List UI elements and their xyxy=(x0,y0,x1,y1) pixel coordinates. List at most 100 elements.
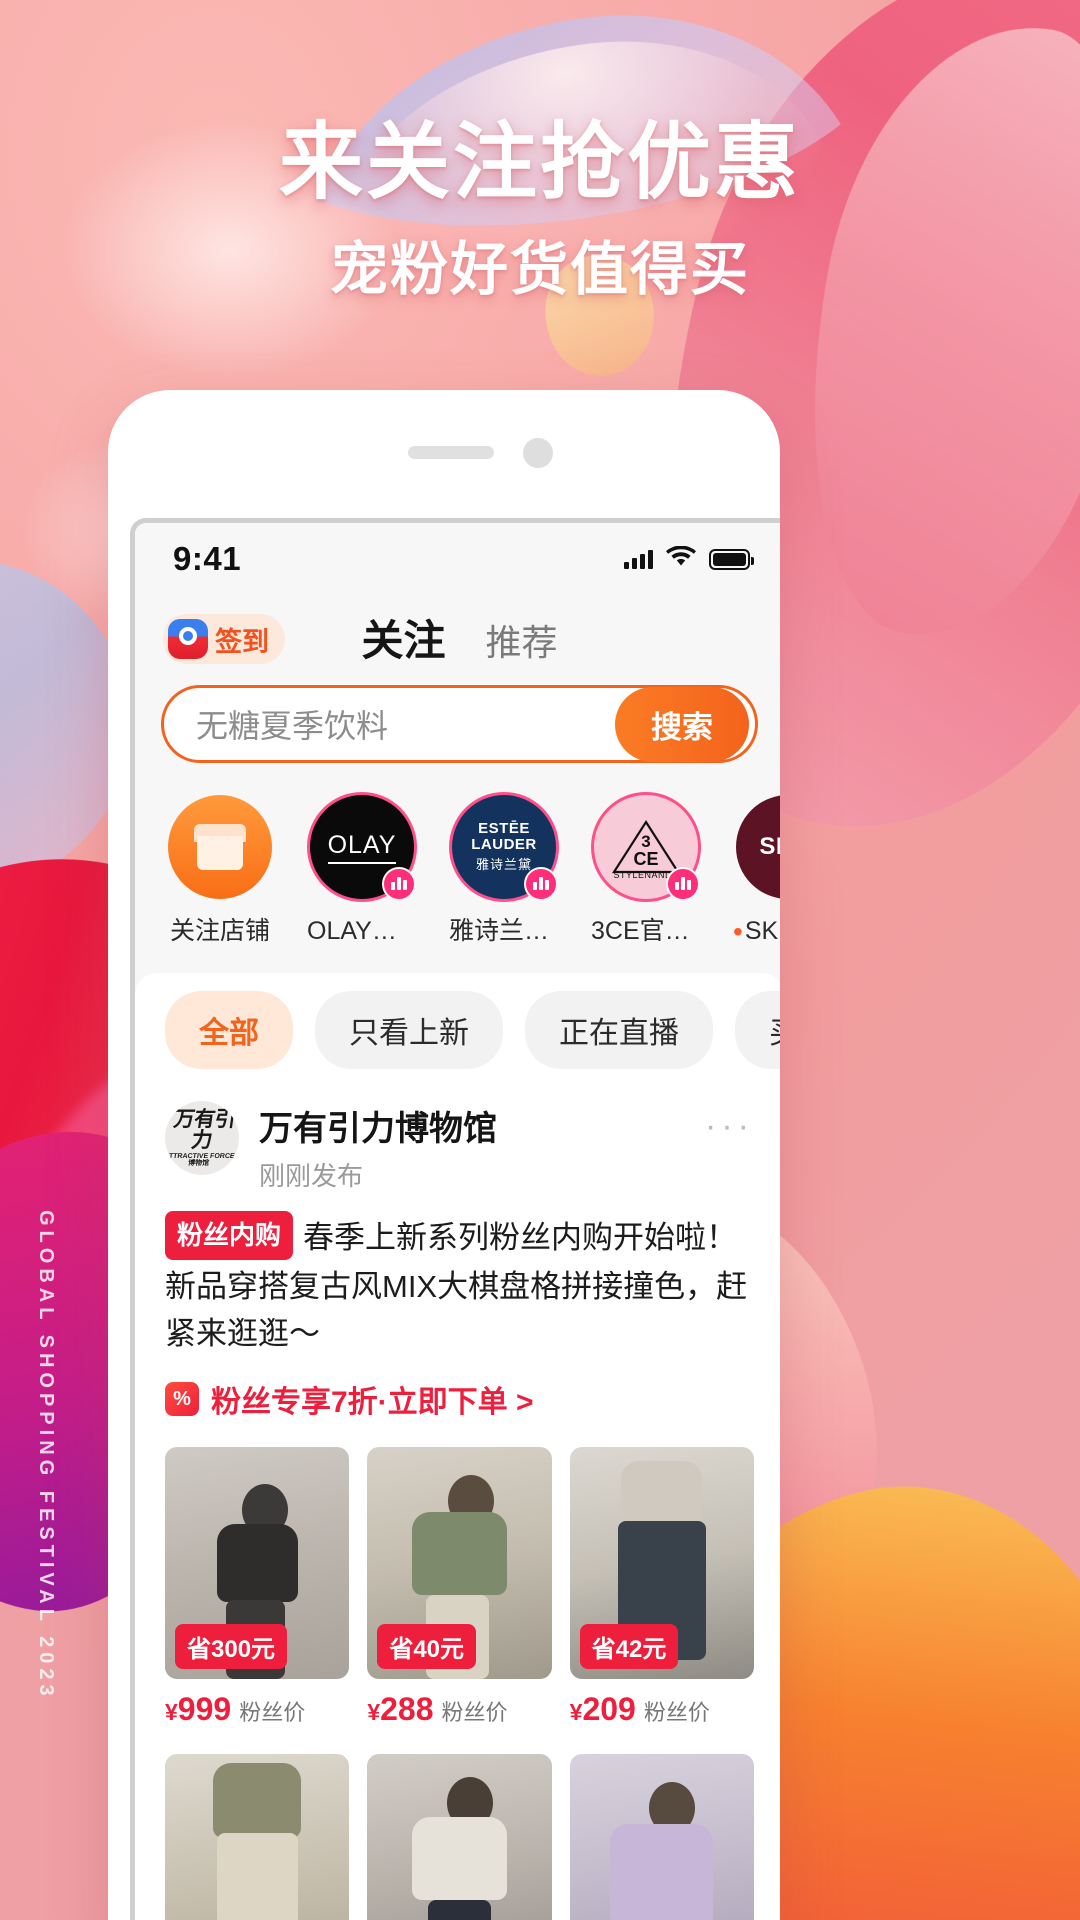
price-label: 粉丝价 xyxy=(239,1700,306,1725)
battery-icon xyxy=(709,548,754,570)
tab-recommend[interactable]: 推荐 xyxy=(486,614,558,666)
checkin-avatar-icon xyxy=(168,619,208,659)
product-grid-row-1: 省300元 ¥999 粉丝价 省40元 ¥288 粉丝价 省42元 ¥209 粉… xyxy=(165,1447,754,1728)
product-card[interactable] xyxy=(569,1754,754,1920)
filter-chip-live[interactable]: 正在直播 xyxy=(525,991,713,1069)
discount-icon: % xyxy=(165,1382,199,1416)
price-value: 999 xyxy=(177,1691,232,1727)
live-badge-icon xyxy=(524,867,558,901)
product-card[interactable]: 省40元 ¥288 粉丝价 xyxy=(367,1447,552,1728)
skii-logo-icon: SK-II xyxy=(741,800,780,894)
checkin-button[interactable]: 签到 xyxy=(163,614,285,664)
hero-title: 来关注抢优惠 xyxy=(278,115,801,209)
product-card[interactable]: 省42元 ¥209 粉丝价 xyxy=(569,1447,754,1728)
currency-symbol: ¥ xyxy=(367,1699,381,1725)
product-grid-row-2: 省98元 省66元 xyxy=(165,1754,754,1920)
phone-top-bezel xyxy=(108,390,780,520)
brand-item-skii[interactable]: SK-II •SKII官方... xyxy=(733,795,780,947)
discount-badge: 省300元 xyxy=(175,1624,288,1669)
product-price-row: ¥999 粉丝价 xyxy=(165,1691,349,1728)
post-meta: 万有引力博物馆 刚刚发布 xyxy=(259,1101,685,1193)
search-input[interactable]: 无糖夏季饮料 xyxy=(196,701,388,747)
product-card[interactable]: 省98元 xyxy=(165,1754,350,1920)
promo-link[interactable]: % 粉丝专享7折·立即下单 > xyxy=(165,1377,754,1421)
currency-symbol: ¥ xyxy=(165,1699,178,1725)
product-image[interactable] xyxy=(569,1754,754,1920)
product-image[interactable]: 省98元 xyxy=(165,1754,350,1920)
filter-chip-row[interactable]: 全部 只看上新 正在直播 买过的店 更多分 xyxy=(135,991,780,1075)
brand-label-text: SKII官方... xyxy=(744,917,780,945)
side-vertical-text: GLOBAL SHOPPING FESTIVAL 2023 xyxy=(35,1210,57,1701)
discount-badge: 省40元 xyxy=(377,1624,477,1669)
live-badge-icon xyxy=(666,867,700,901)
filter-chip-new-only[interactable]: 只看上新 xyxy=(315,991,503,1069)
price-label: 粉丝价 xyxy=(643,1700,710,1725)
brand-avatar[interactable] xyxy=(168,795,272,899)
3ce-logo-ce: CE xyxy=(633,848,659,869)
product-image[interactable]: 省300元 xyxy=(165,1447,350,1679)
brand-label: •SKII官方... xyxy=(733,911,780,947)
product-price: ¥288 xyxy=(367,1691,433,1727)
brand-label: 雅诗兰黛... xyxy=(449,917,559,945)
product-price-row: ¥209 粉丝价 xyxy=(570,1691,754,1728)
post-text: 粉丝内购 春季上新系列粉丝内购开始啦！新品穿搭复古风MIX大棋盘格拼接撞色，赶紧来… xyxy=(165,1211,754,1357)
product-price-row: ¥288 粉丝价 xyxy=(367,1691,551,1728)
skii-logo-text: SK-II xyxy=(759,833,780,860)
brand-avatar[interactable]: ESTĒE LAUDER 雅诗兰黛 xyxy=(452,795,558,901)
discount-badge: 省42元 xyxy=(579,1624,679,1669)
post-author-avatar[interactable]: 万有引力 ATTRACTIVE FORCE 博物馆 xyxy=(165,1101,239,1175)
search-button[interactable]: 搜索 xyxy=(615,686,749,762)
wifi-icon xyxy=(666,545,696,573)
brand-avatar[interactable]: SK-II xyxy=(736,795,780,899)
currency-symbol: ¥ xyxy=(569,1699,583,1725)
feed-panel: 全部 只看上新 正在直播 买过的店 更多分 万有引力 ATTRACTIVE FO… xyxy=(135,973,780,1920)
checkin-label: 签到 xyxy=(215,626,269,657)
post-header: 万有引力 ATTRACTIVE FORCE 博物馆 万有引力博物馆 刚刚发布 ·… xyxy=(165,1101,754,1193)
more-dots-icon[interactable]: ··· xyxy=(705,1101,754,1146)
price-value: 209 xyxy=(582,1691,636,1727)
status-icons xyxy=(624,545,754,573)
product-price: ¥209 xyxy=(570,1691,636,1727)
brand-rail[interactable]: 关注店铺 OLAY OLAY官... ESTĒE LAUDER 雅诗兰黛 雅诗兰… xyxy=(135,779,780,965)
promo-label: 粉丝专享7折·立即下单 > xyxy=(211,1386,534,1419)
product-card[interactable]: 省66元 xyxy=(367,1754,552,1920)
top-nav: 签到 关注 推荐 xyxy=(135,595,780,679)
fans-tag-badge: 粉丝内购 xyxy=(165,1211,294,1260)
post-avatar-logo-text: 万有引力 xyxy=(172,1108,237,1152)
feed-post: 万有引力 ATTRACTIVE FORCE 博物馆 万有引力博物馆 刚刚发布 ·… xyxy=(135,1075,780,1920)
post-author-name[interactable]: 万有引力博物馆 xyxy=(259,1101,685,1150)
brand-item-follow-shops[interactable]: 关注店铺 xyxy=(165,795,275,947)
post-timestamp: 刚刚发布 xyxy=(259,1161,364,1191)
post-avatar-logo-sub: ATTRACTIVE FORCE 博物馆 xyxy=(165,1153,236,1167)
phone-camera-icon xyxy=(523,438,553,468)
brand-item-3ce[interactable]: 3 CE STYLENANDA 3CE官方... xyxy=(591,795,701,947)
filter-chip-all[interactable]: 全部 xyxy=(165,991,293,1069)
price-value: 288 xyxy=(380,1691,434,1727)
brand-avatar[interactable]: OLAY xyxy=(310,795,416,901)
product-image[interactable]: 省66元 xyxy=(367,1754,552,1920)
new-dot-icon: • xyxy=(733,916,743,947)
phone-speaker-icon xyxy=(408,446,494,459)
olay-logo-text: OLAY xyxy=(327,831,397,864)
status-time: 9:41 xyxy=(173,540,242,577)
status-bar: 9:41 xyxy=(135,523,780,595)
product-image[interactable]: 省40元 xyxy=(367,1447,552,1679)
product-card[interactable]: 省300元 ¥999 粉丝价 xyxy=(165,1447,350,1728)
search-bar[interactable]: 无糖夏季饮料 搜索 xyxy=(161,685,758,763)
estee-logo-text: ESTĒE LAUDER xyxy=(471,819,537,853)
brand-label: 关注店铺 xyxy=(169,917,270,945)
filter-chip-purchased[interactable]: 买过的店 xyxy=(735,991,780,1069)
tab-following[interactable]: 关注 xyxy=(361,607,445,668)
brand-item-olay[interactable]: OLAY OLAY官... xyxy=(307,795,417,947)
phone-mockup: 9:41 签到 关注 推荐 无糖夏季饮料 搜索 关注店铺 OLAY OLAY官.… xyxy=(108,390,780,1920)
hero-copy: 来关注抢优惠 宠粉好货值得买 xyxy=(0,118,1080,306)
brand-item-estee-lauder[interactable]: ESTĒE LAUDER 雅诗兰黛 雅诗兰黛... xyxy=(449,795,559,947)
brand-label: 3CE官方... xyxy=(591,917,701,945)
shop-icon xyxy=(168,795,272,899)
3ce-logo-num: 3 xyxy=(641,831,651,851)
estee-logo-text-cn: 雅诗兰黛 xyxy=(475,857,532,873)
product-price: ¥999 xyxy=(165,1691,231,1727)
brand-avatar[interactable]: 3 CE STYLENANDA xyxy=(594,795,700,901)
phone-screen: 9:41 签到 关注 推荐 无糖夏季饮料 搜索 关注店铺 OLAY OLAY官.… xyxy=(130,518,780,1920)
product-image[interactable]: 省42元 xyxy=(569,1447,754,1679)
